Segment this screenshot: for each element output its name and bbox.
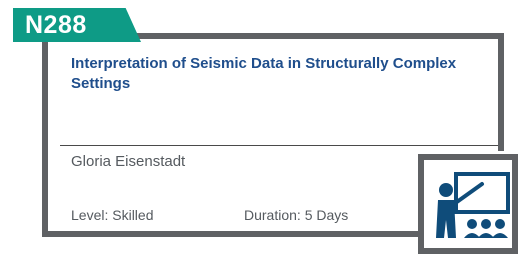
course-code-tab: N288 (13, 8, 141, 42)
course-duration: Duration: 5 Days (244, 207, 349, 223)
presentation-icon-box (418, 154, 518, 254)
course-title[interactable]: Interpretation of Seismic Data in Struct… (71, 54, 471, 94)
course-level: Level: Skilled (71, 207, 154, 223)
presentation-icon (436, 172, 510, 238)
instructor-name: Gloria Eisenstadt (71, 153, 186, 170)
divider (60, 145, 498, 146)
card-right-border (498, 33, 504, 151)
